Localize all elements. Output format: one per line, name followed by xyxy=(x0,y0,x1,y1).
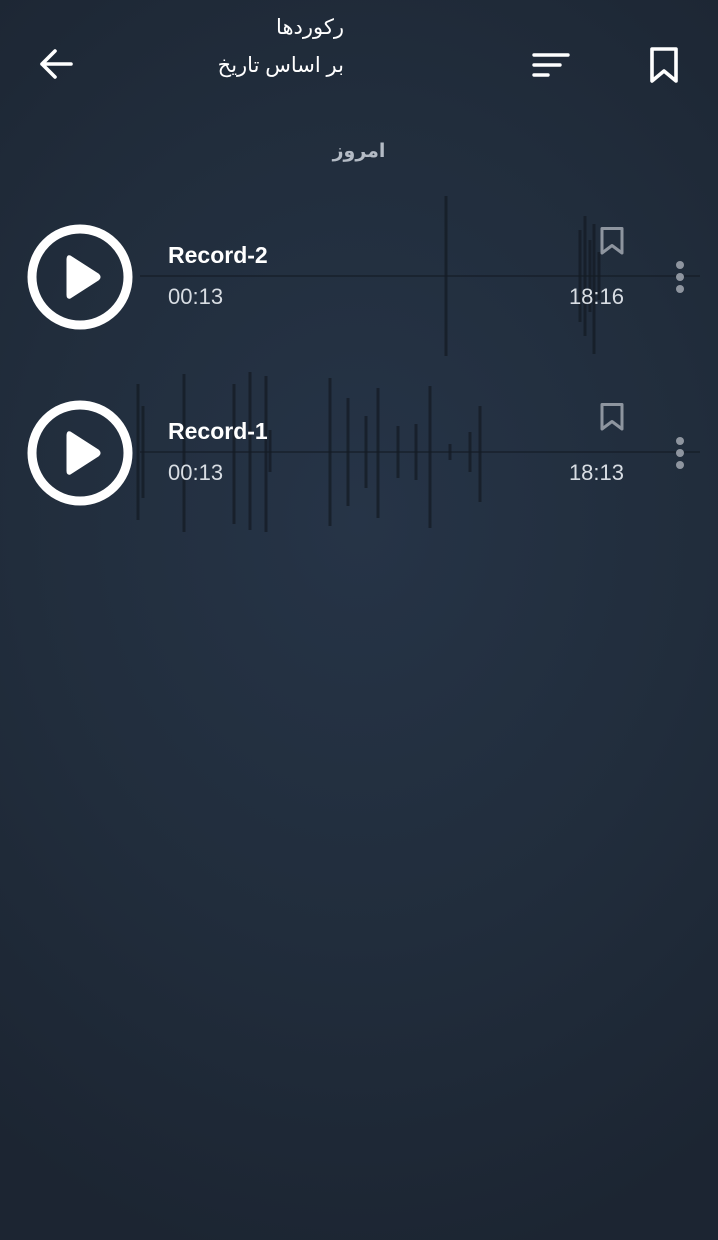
arrow-left-icon xyxy=(40,49,73,79)
app-bar: رکوردها بر اساس تاریخ xyxy=(0,0,718,128)
record-time: 18:13 xyxy=(568,460,624,485)
back-button[interactable] xyxy=(26,36,86,92)
record-time: 18:16 xyxy=(568,284,624,309)
sort-mode-subtitle: بر اساس تاریخ xyxy=(217,54,344,77)
record-more-options-button[interactable] xyxy=(664,257,696,297)
record-list-item[interactable]: Record-2 00:13 18:16 xyxy=(0,190,718,366)
record-name: Record-2 xyxy=(168,242,268,268)
more-vert-icon xyxy=(676,261,684,293)
record-bookmark-button[interactable] xyxy=(596,224,628,258)
play-icon xyxy=(66,431,101,475)
play-button[interactable] xyxy=(26,399,134,507)
play-icon xyxy=(66,255,101,299)
record-name: Record-1 xyxy=(168,418,268,444)
record-duration: 00:13 xyxy=(168,460,224,485)
bookmark-outline-icon xyxy=(600,403,624,431)
app-bar-titles: رکوردها بر اساس تاریخ xyxy=(144,14,344,80)
sort-icon xyxy=(532,53,570,77)
bookmark-icon xyxy=(650,47,678,83)
record-duration: 00:13 xyxy=(168,284,224,309)
more-vert-icon xyxy=(676,437,684,469)
record-list-item[interactable]: Record-1 00:13 18:13 xyxy=(0,366,718,542)
bookmark-outline-icon xyxy=(600,227,624,255)
record-more-options-button[interactable] xyxy=(664,433,696,473)
page-title: رکوردها xyxy=(276,16,344,39)
bookmarks-filter-button[interactable] xyxy=(636,38,692,92)
sort-button[interactable] xyxy=(522,40,580,90)
date-section-header: امروز xyxy=(332,141,386,162)
record-bookmark-button[interactable] xyxy=(596,400,628,434)
play-button[interactable] xyxy=(26,223,134,331)
